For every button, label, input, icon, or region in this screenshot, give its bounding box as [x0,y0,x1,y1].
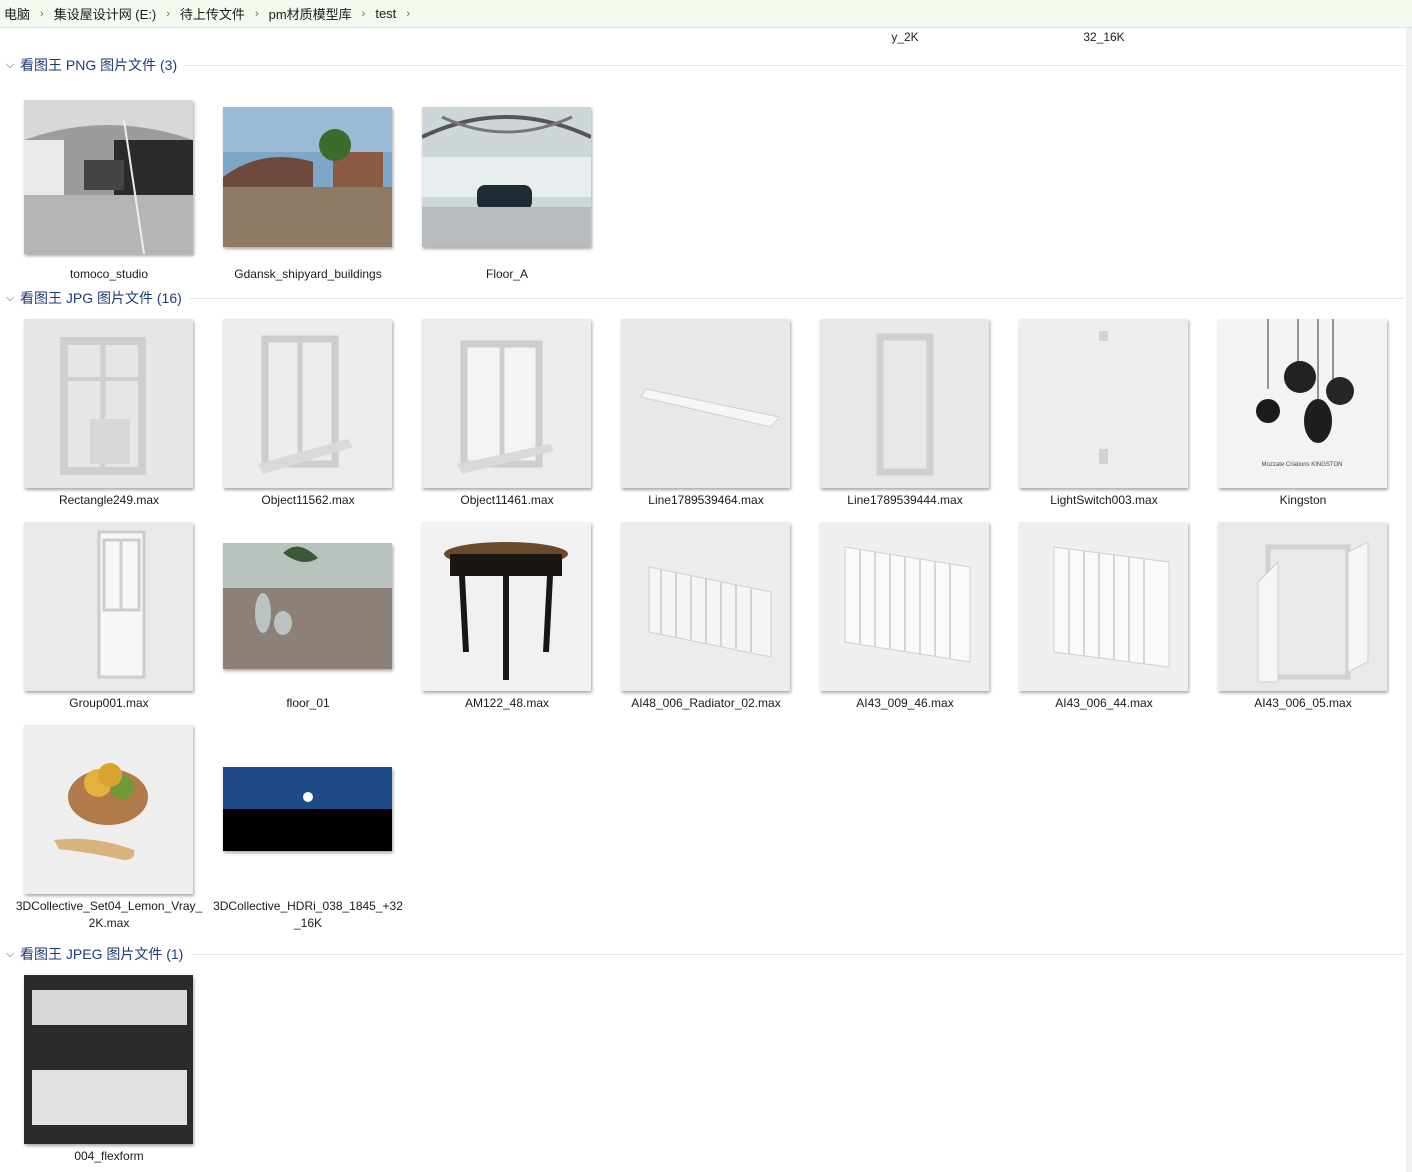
thumbnail-floor-a [421,107,591,247]
thumbnail-kingston: Mozzate Criations KINGSTON [1217,318,1387,488]
file-name: Object11562.max [261,493,355,507]
partial-item-label: 32_16K [1083,30,1125,44]
file-item[interactable]: Rectangle249.max [19,318,199,509]
file-item[interactable]: AI43_006_05.max [1213,521,1393,712]
file-name: Group001.max [69,696,149,710]
thumbnail-radiator-02 [620,521,790,691]
thumbnail-ai43-009-46 [819,521,989,691]
file-name: Line1789539444.max [847,493,963,507]
file-name: Gdansk_shipyard_buildings [234,267,382,281]
chevron-right-icon[interactable]: › [160,8,176,20]
file-name: LightSwitch003.max [1050,493,1158,507]
breadcrumb-item-upload[interactable]: 待上传文件 [176,4,249,23]
thumbnail-floor-01 [222,543,392,669]
file-name: Kingston [1279,493,1327,507]
file-name: Line1789539464.max [648,493,764,507]
thumbnail-object11562 [222,318,392,488]
file-item[interactable]: Line1789539444.max [815,318,995,509]
thumbnail-group001 [23,521,193,691]
partial-item-label: y_2K [891,30,919,44]
breadcrumb-item-computer[interactable]: 电脑 [0,4,34,23]
chevron-down-icon[interactable]: ⌵ [0,948,20,961]
thumbnail-lightswitch003 [1018,318,1188,488]
thumbnail-line1789539444 [819,318,989,488]
divider [189,297,1404,299]
thumbnail-ai43-006-05 [1217,521,1387,691]
group-header-jpg[interactable]: ⌵ 看图王 JPG 图片文件 (16) [0,288,1404,308]
file-name: Rectangle249.max [58,493,160,507]
chevron-down-icon[interactable]: ⌵ [0,59,20,72]
thumbnail-004-flexform [23,974,193,1144]
file-item[interactable]: Object11562.max [218,318,398,509]
file-item[interactable]: AM122_48.max [417,521,597,712]
file-item[interactable]: Floor_A [417,92,597,283]
divider [191,953,1404,955]
file-item[interactable]: 3DCollective_HDRi_038_1845_+32_16K [213,724,403,932]
file-item[interactable]: Group001.max [19,521,199,712]
file-name: AI43_006_05.max [1254,696,1352,710]
thumbnail-rectangle249 [23,318,193,488]
file-item[interactable]: Object11461.max [417,318,597,509]
chevron-right-icon[interactable]: › [249,8,265,20]
breadcrumb: 电脑 › 集设屋设计网 (E:) › 待上传文件 › pm材质模型库 › tes… [0,0,1412,28]
chevron-down-icon[interactable]: ⌵ [0,292,20,305]
group-title: 看图王 JPG 图片文件 (16) [20,290,182,306]
breadcrumb-item-drive[interactable]: 集设屋设计网 (E:) [50,4,161,23]
file-name: Object11461.max [460,493,554,507]
breadcrumb-item-library[interactable]: pm材质模型库 [265,4,356,23]
file-item[interactable]: 3DCollective_Set04_Lemon_Vray_2K.max [16,724,202,932]
divider [185,64,1404,66]
file-name: tomoco_studio [69,267,149,281]
thumbnail-ai43-006-44 [1018,521,1188,691]
file-name: AI43_009_46.max [856,696,954,710]
file-name: Floor_A [485,267,529,281]
file-name: floor_01 [286,696,330,710]
file-name: 004_flexform [74,1149,144,1163]
thumbnail-am122-48 [421,521,591,691]
file-item[interactable]: 004_flexform [19,974,199,1165]
thumbnail-tomoco-studio [23,100,193,254]
group-header-jpeg[interactable]: ⌵ 看图王 JPEG 图片文件 (1) [0,944,1404,964]
thumbnail-line1789539464 [620,318,790,488]
file-name: 3DCollective_HDRi_038_1845_+32_16K [213,899,403,930]
product-caption: Mozzate Criations KINGSTON [1261,461,1343,468]
chevron-right-icon[interactable]: › [356,8,372,20]
breadcrumb-item-test[interactable]: test [371,6,400,21]
file-item[interactable]: AI48_006_Radiator_02.max [616,521,796,712]
file-item[interactable]: Line1789539464.max [616,318,796,509]
file-item[interactable]: floor_01 [218,521,398,712]
group-title: 看图王 JPEG 图片文件 (1) [20,946,184,962]
scrollbar[interactable] [1406,28,1412,1172]
file-item[interactable]: Gdansk_shipyard_buildings [218,92,398,283]
file-name: AM122_48.max [464,696,550,710]
file-name: AI43_006_44.max [1055,696,1153,710]
file-name: 3DCollective_Set04_Lemon_Vray_2K.max [15,899,203,930]
file-item[interactable]: LightSwitch003.max [1014,318,1194,509]
chevron-right-icon[interactable]: › [34,8,50,20]
file-name: AI48_006_Radiator_02.max [631,696,781,710]
group-title: 看图王 PNG 图片文件 (3) [20,57,178,73]
thumbnail-hdri-038 [222,767,392,851]
thumbnail-object11461 [421,318,591,488]
thumbnail-gdansk-shipyard [222,107,392,247]
file-item[interactable]: tomoco_studio [19,92,199,283]
file-item[interactable]: AI43_006_44.max [1014,521,1194,712]
chevron-right-icon[interactable]: › [400,8,416,20]
group-header-png[interactable]: ⌵ 看图王 PNG 图片文件 (3) [0,55,1404,75]
file-item[interactable]: AI43_009_46.max [815,521,995,712]
thumbnail-lemon-set04 [23,724,193,894]
file-item[interactable]: Mozzate Criations KINGSTON Kingston [1213,318,1393,509]
